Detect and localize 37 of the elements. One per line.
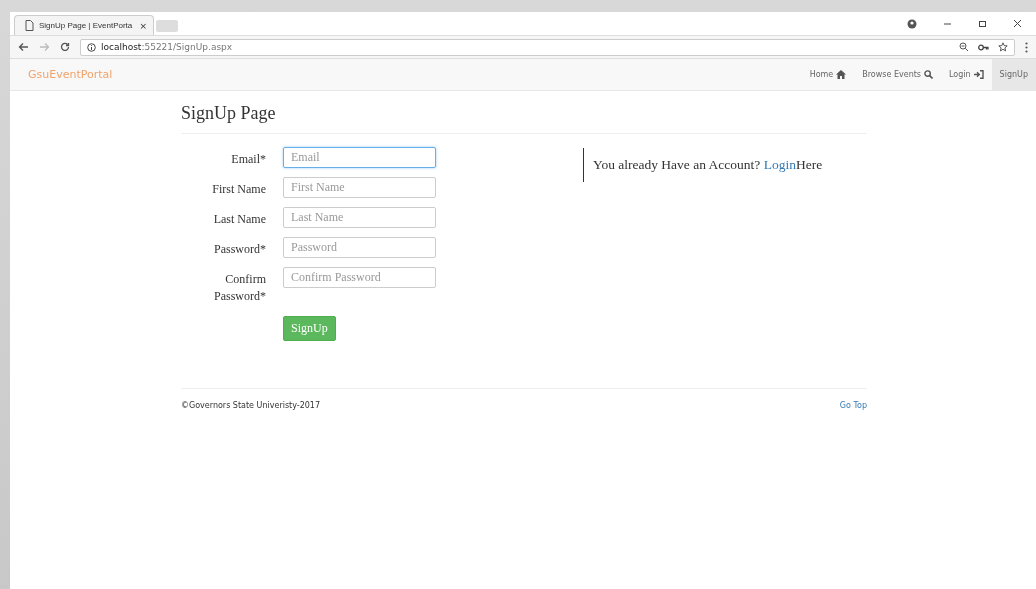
- address-bar[interactable]: localhost:55221/SignUp.aspx: [80, 38, 1015, 56]
- field-label: Last Name: [212, 211, 266, 228]
- nav-link[interactable]: Browse Events: [854, 59, 941, 90]
- menu-icon[interactable]: [1025, 41, 1028, 53]
- zoom-out-icon[interactable]: [959, 42, 969, 52]
- nav-link[interactable]: SignUp: [991, 59, 1036, 90]
- go-top-link[interactable]: Go Top: [839, 401, 867, 410]
- input-field[interactable]: Last Name: [283, 207, 436, 228]
- field-label: Password*: [213, 241, 266, 258]
- star-icon[interactable]: [998, 42, 1008, 52]
- reload-icon[interactable]: [60, 42, 70, 52]
- info-icon: [87, 42, 96, 52]
- close-icon[interactable]: [1013, 19, 1022, 28]
- nav-link[interactable]: Home: [801, 59, 855, 90]
- login-link[interactable]: Login: [763, 157, 796, 172]
- page-title: SignUp Page: [181, 103, 867, 134]
- close-tab-button[interactable]: ×: [139, 20, 147, 31]
- input-field[interactable]: Confirm Password: [283, 267, 436, 288]
- search-icon: [924, 70, 933, 79]
- field-label: First Name: [211, 181, 266, 198]
- key-icon[interactable]: [978, 43, 989, 51]
- nav-link[interactable]: Login: [941, 59, 992, 90]
- login-icon: [973, 70, 984, 79]
- input-field[interactable]: First Name: [283, 177, 436, 198]
- field-label: Confirm Password*: [213, 271, 266, 305]
- browser-tab[interactable]: SignUp Page | EventPorta ×: [14, 15, 154, 35]
- profile-icon[interactable]: [907, 18, 917, 29]
- input-field[interactable]: Email: [283, 147, 436, 168]
- copyright-text: ©Governors State Univeristy-2017: [181, 401, 321, 410]
- account-prompt: You already Have an Account? LoginHere: [593, 157, 823, 173]
- tab-title: SignUp Page | EventPorta: [39, 21, 134, 30]
- page-icon: [25, 20, 34, 31]
- field-label: Email*: [230, 151, 266, 168]
- input-field[interactable]: Password: [283, 237, 436, 258]
- back-icon[interactable]: [18, 42, 29, 52]
- home-icon: [836, 70, 847, 79]
- restore-icon[interactable]: [978, 19, 987, 28]
